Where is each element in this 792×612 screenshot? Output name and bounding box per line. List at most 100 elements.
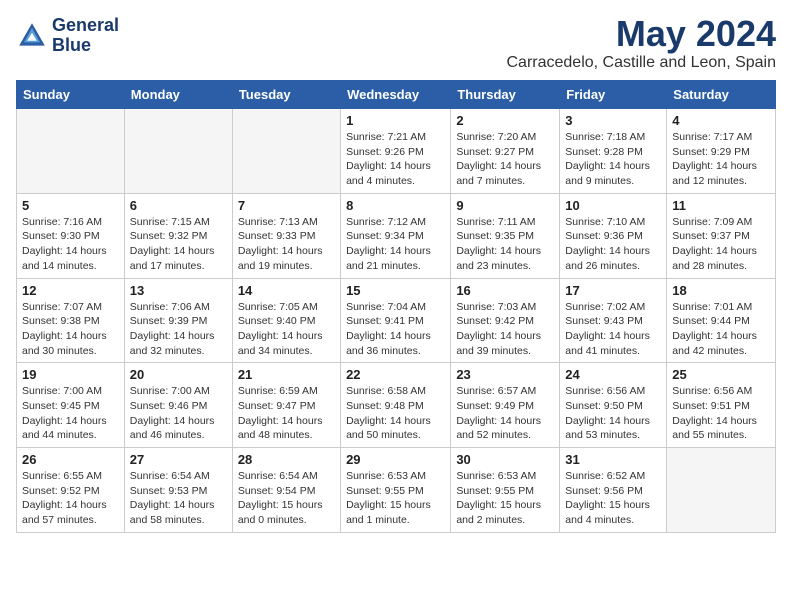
location-title: Carracedelo, Castille and Leon, Spain xyxy=(507,54,777,72)
day-cell-empty xyxy=(124,109,232,194)
day-cell-5: 5Sunrise: 7:16 AM Sunset: 9:30 PM Daylig… xyxy=(17,193,125,278)
day-info: Sunrise: 7:00 AM Sunset: 9:45 PM Dayligh… xyxy=(22,384,119,443)
day-cell-10: 10 Sunrise: 7:10 AM Sunset: 9:36 PM Dayli… xyxy=(560,193,667,278)
day-cell-26: 26 Sunrise: 6:55 AM Sunset: 9:52 PM Dayli… xyxy=(17,448,125,533)
week-row-4: 19 Sunrise: 7:00 AM Sunset: 9:45 PM Dayli… xyxy=(17,363,776,448)
day-number: 20 xyxy=(130,367,227,382)
day-info: Sunrise: 7:15 AM Sunset: 9:32 PM Dayligh… xyxy=(130,215,227,274)
day-cell-11: 11 Sunrise: 7:09 AM Sunset: 9:37 PM Dayli… xyxy=(667,193,776,278)
day-number: 31 xyxy=(565,452,661,467)
weekday-header-row: SundayMondayTuesdayWednesdayThursdayFrid… xyxy=(17,81,776,109)
month-title: May 2024 xyxy=(507,16,777,52)
day-number: 11 xyxy=(672,198,770,213)
day-cell-9: 9Sunrise: 7:11 AM Sunset: 9:35 PM Daylig… xyxy=(451,193,560,278)
day-number: 13 xyxy=(130,283,227,298)
day-cell-21: 21 Sunrise: 6:59 AM Sunset: 9:47 PM Dayli… xyxy=(232,363,340,448)
day-number: 8 xyxy=(346,198,445,213)
header-wednesday: Wednesday xyxy=(341,81,451,109)
day-cell-25: 25Sunrise: 6:56 AM Sunset: 9:51 PM Dayli… xyxy=(667,363,776,448)
day-number: 25 xyxy=(672,367,770,382)
day-number: 7 xyxy=(238,198,335,213)
header-tuesday: Tuesday xyxy=(232,81,340,109)
day-number: 15 xyxy=(346,283,445,298)
day-cell-2: 2Sunrise: 7:20 AM Sunset: 9:27 PM Daylig… xyxy=(451,109,560,194)
day-number: 23 xyxy=(456,367,554,382)
day-number: 28 xyxy=(238,452,335,467)
day-cell-20: 20 Sunrise: 7:00 AM Sunset: 9:46 PM Dayli… xyxy=(124,363,232,448)
week-row-5: 26 Sunrise: 6:55 AM Sunset: 9:52 PM Dayli… xyxy=(17,448,776,533)
day-cell-16: 16Sunrise: 7:03 AM Sunset: 9:42 PM Dayli… xyxy=(451,278,560,363)
day-cell-15: 15 Sunrise: 7:04 AM Sunset: 9:41 PM Dayli… xyxy=(341,278,451,363)
day-cell-6: 6 Sunrise: 7:15 AM Sunset: 9:32 PM Daylig… xyxy=(124,193,232,278)
day-cell-29: 29Sunrise: 6:53 AM Sunset: 9:55 PM Dayli… xyxy=(341,448,451,533)
day-info: Sunrise: 6:56 AM Sunset: 9:50 PM Dayligh… xyxy=(565,384,661,443)
day-info: Sunrise: 6:55 AM Sunset: 9:52 PM Dayligh… xyxy=(22,469,119,528)
day-number: 17 xyxy=(565,283,661,298)
day-cell-1: 1 Sunrise: 7:21 AM Sunset: 9:26 PM Daylig… xyxy=(341,109,451,194)
day-number: 21 xyxy=(238,367,335,382)
day-cell-17: 17 Sunrise: 7:02 AM Sunset: 9:43 PM Dayli… xyxy=(560,278,667,363)
day-cell-empty xyxy=(232,109,340,194)
day-cell-24: 24Sunrise: 6:56 AM Sunset: 9:50 PM Dayli… xyxy=(560,363,667,448)
week-row-1: 1 Sunrise: 7:21 AM Sunset: 9:26 PM Daylig… xyxy=(17,109,776,194)
day-number: 5 xyxy=(22,198,119,213)
day-info: Sunrise: 7:11 AM Sunset: 9:35 PM Dayligh… xyxy=(456,215,554,274)
day-cell-14: 14Sunrise: 7:05 AM Sunset: 9:40 PM Dayli… xyxy=(232,278,340,363)
day-number: 30 xyxy=(456,452,554,467)
day-info: Sunrise: 7:12 AM Sunset: 9:34 PM Dayligh… xyxy=(346,215,445,274)
day-info: Sunrise: 7:13 AM Sunset: 9:33 PM Dayligh… xyxy=(238,215,335,274)
day-info: Sunrise: 7:17 AM Sunset: 9:29 PM Dayligh… xyxy=(672,130,770,189)
day-info: Sunrise: 6:54 AM Sunset: 9:54 PM Dayligh… xyxy=(238,469,335,528)
day-info: Sunrise: 7:18 AM Sunset: 9:28 PM Dayligh… xyxy=(565,130,661,189)
day-info: Sunrise: 7:02 AM Sunset: 9:43 PM Dayligh… xyxy=(565,300,661,359)
header: General Blue May 2024 Carracedelo, Casti… xyxy=(16,16,776,72)
logo-line2: Blue xyxy=(52,36,119,56)
day-number: 3 xyxy=(565,113,661,128)
day-cell-23: 23 Sunrise: 6:57 AM Sunset: 9:49 PM Dayli… xyxy=(451,363,560,448)
day-cell-3: 3 Sunrise: 7:18 AM Sunset: 9:28 PM Daylig… xyxy=(560,109,667,194)
logo: General Blue xyxy=(16,16,119,56)
day-cell-18: 18 Sunrise: 7:01 AM Sunset: 9:44 PM Dayli… xyxy=(667,278,776,363)
day-cell-22: 22Sunrise: 6:58 AM Sunset: 9:48 PM Dayli… xyxy=(341,363,451,448)
day-number: 29 xyxy=(346,452,445,467)
day-info: Sunrise: 6:57 AM Sunset: 9:49 PM Dayligh… xyxy=(456,384,554,443)
header-sunday: Sunday xyxy=(17,81,125,109)
day-info: Sunrise: 7:21 AM Sunset: 9:26 PM Dayligh… xyxy=(346,130,445,189)
day-number: 10 xyxy=(565,198,661,213)
header-thursday: Thursday xyxy=(451,81,560,109)
header-friday: Friday xyxy=(560,81,667,109)
logo-icon xyxy=(16,20,48,52)
day-number: 18 xyxy=(672,283,770,298)
header-monday: Monday xyxy=(124,81,232,109)
day-number: 19 xyxy=(22,367,119,382)
day-number: 1 xyxy=(346,113,445,128)
day-cell-13: 13 Sunrise: 7:06 AM Sunset: 9:39 PM Dayli… xyxy=(124,278,232,363)
week-row-2: 5Sunrise: 7:16 AM Sunset: 9:30 PM Daylig… xyxy=(17,193,776,278)
logo-text: General Blue xyxy=(52,16,119,56)
day-info: Sunrise: 7:01 AM Sunset: 9:44 PM Dayligh… xyxy=(672,300,770,359)
day-info: Sunrise: 7:05 AM Sunset: 9:40 PM Dayligh… xyxy=(238,300,335,359)
day-number: 27 xyxy=(130,452,227,467)
title-area: May 2024 Carracedelo, Castille and Leon,… xyxy=(507,16,777,72)
day-cell-4: 4Sunrise: 7:17 AM Sunset: 9:29 PM Daylig… xyxy=(667,109,776,194)
day-info: Sunrise: 6:59 AM Sunset: 9:47 PM Dayligh… xyxy=(238,384,335,443)
day-cell-empty xyxy=(667,448,776,533)
week-row-3: 12Sunrise: 7:07 AM Sunset: 9:38 PM Dayli… xyxy=(17,278,776,363)
header-saturday: Saturday xyxy=(667,81,776,109)
day-info: Sunrise: 6:54 AM Sunset: 9:53 PM Dayligh… xyxy=(130,469,227,528)
day-cell-30: 30 Sunrise: 6:53 AM Sunset: 9:55 PM Dayli… xyxy=(451,448,560,533)
day-number: 12 xyxy=(22,283,119,298)
day-number: 26 xyxy=(22,452,119,467)
day-info: Sunrise: 7:00 AM Sunset: 9:46 PM Dayligh… xyxy=(130,384,227,443)
day-cell-8: 8 Sunrise: 7:12 AM Sunset: 9:34 PM Daylig… xyxy=(341,193,451,278)
day-info: Sunrise: 7:04 AM Sunset: 9:41 PM Dayligh… xyxy=(346,300,445,359)
day-cell-12: 12Sunrise: 7:07 AM Sunset: 9:38 PM Dayli… xyxy=(17,278,125,363)
day-info: Sunrise: 7:09 AM Sunset: 9:37 PM Dayligh… xyxy=(672,215,770,274)
logo-line1: General xyxy=(52,16,119,36)
day-info: Sunrise: 7:10 AM Sunset: 9:36 PM Dayligh… xyxy=(565,215,661,274)
day-cell-19: 19 Sunrise: 7:00 AM Sunset: 9:45 PM Dayli… xyxy=(17,363,125,448)
day-info: Sunrise: 7:20 AM Sunset: 9:27 PM Dayligh… xyxy=(456,130,554,189)
day-number: 6 xyxy=(130,198,227,213)
day-info: Sunrise: 7:06 AM Sunset: 9:39 PM Dayligh… xyxy=(130,300,227,359)
day-info: Sunrise: 6:53 AM Sunset: 9:55 PM Dayligh… xyxy=(456,469,554,528)
